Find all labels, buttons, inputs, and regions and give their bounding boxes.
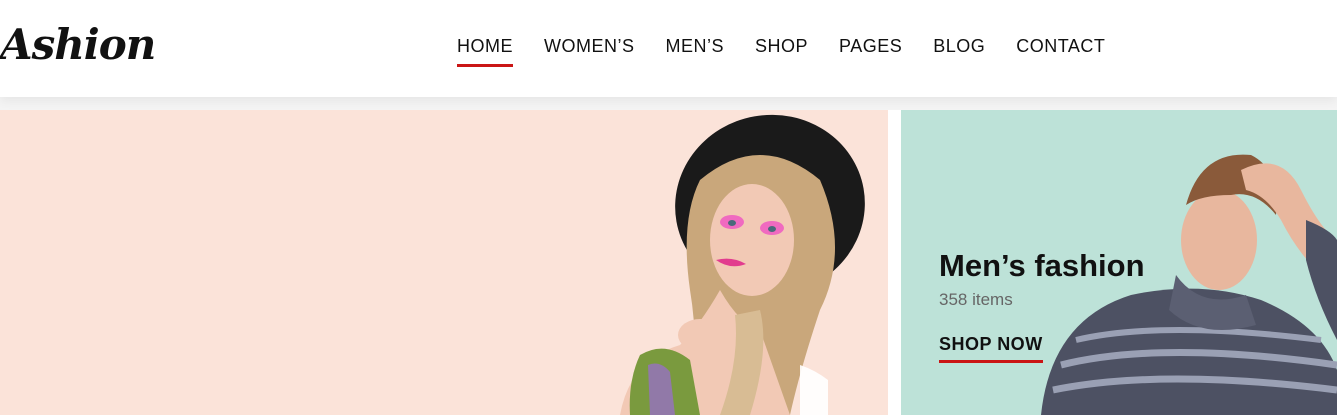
mens-hero-banner[interactable]: Men’s fashion 358 items SHOP NOW bbox=[901, 110, 1337, 415]
nav-home[interactable]: HOME bbox=[457, 36, 513, 67]
woman-model-image bbox=[620, 114, 865, 415]
nav-blog[interactable]: BLOG bbox=[933, 36, 985, 65]
header-shadow-strip bbox=[0, 97, 1337, 110]
mens-items-count: 358 items bbox=[939, 290, 1013, 309]
site-header: Ashion HOME WOMEN’S MEN’S SHOP PAGES BLO… bbox=[0, 0, 1337, 97]
nav-pages[interactable]: PAGES bbox=[839, 36, 902, 65]
site-logo[interactable]: Ashion bbox=[0, 20, 156, 69]
shop-now-link[interactable]: SHOP NOW bbox=[939, 334, 1043, 363]
nav-shop[interactable]: SHOP bbox=[755, 36, 808, 65]
nav-womens[interactable]: WOMEN’S bbox=[544, 36, 635, 65]
mens-banner-title: Men’s fashion bbox=[939, 248, 1145, 283]
main-nav: HOME WOMEN’S MEN’S SHOP PAGES BLOG CONTA… bbox=[457, 36, 1105, 67]
nav-mens[interactable]: MEN’S bbox=[666, 36, 725, 65]
nav-contact[interactable]: CONTACT bbox=[1016, 36, 1105, 65]
womens-hero-banner[interactable] bbox=[0, 110, 888, 415]
